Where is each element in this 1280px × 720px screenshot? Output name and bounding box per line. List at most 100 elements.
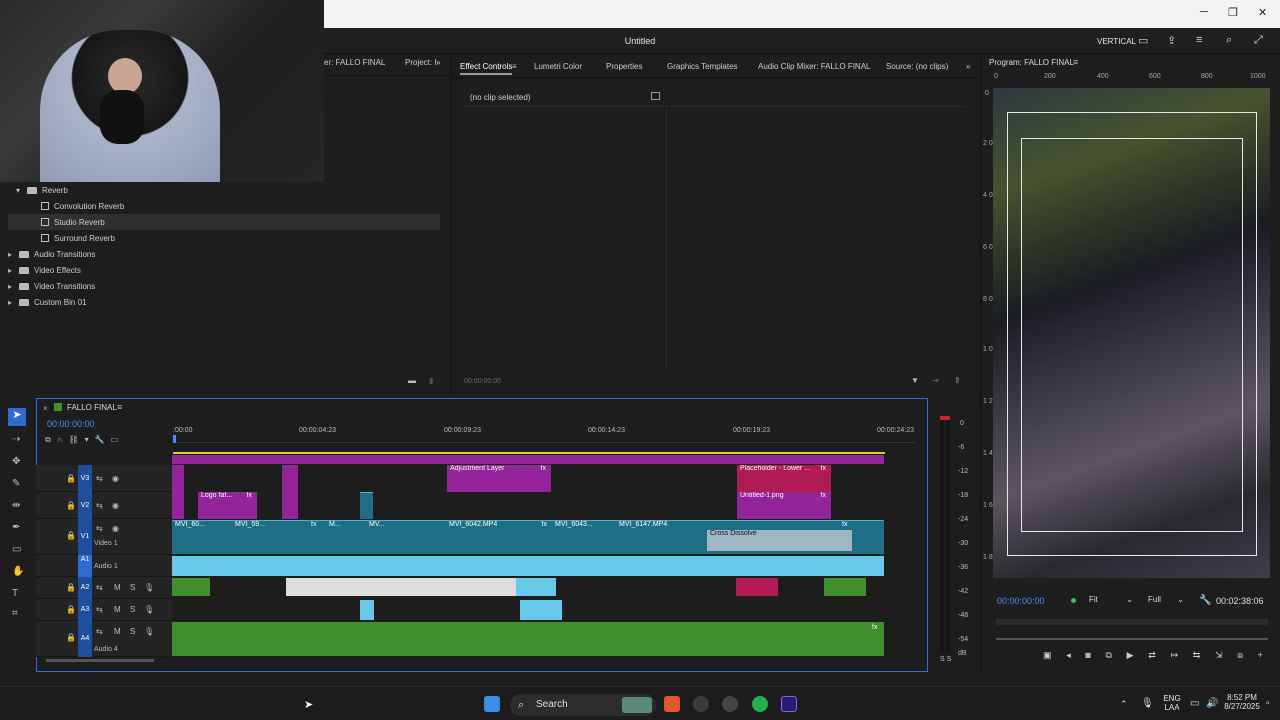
premiere-pro-icon[interactable] [781, 696, 797, 712]
export-icon[interactable]: ⇲ [1215, 650, 1223, 664]
export-frame-icon[interactable]: ⇥ [932, 376, 939, 385]
clip-audio-a2-1[interactable] [172, 578, 210, 596]
eye-icon[interactable]: ◉ [112, 501, 119, 510]
mute-button[interactable]: M [114, 583, 121, 592]
tab-properties[interactable]: Properties [606, 62, 642, 71]
clip-mvi-6043[interactable]: MVI_6043... [552, 520, 616, 554]
tree-item-audio-transitions[interactable]: ▸ Audio Transitions [8, 246, 440, 262]
volume-icon[interactable]: 🔊 [1206, 698, 1218, 709]
clip-placeholder-lower[interactable]: Placeholder - Lower ... fx [737, 465, 831, 492]
network-icon[interactable]: ▭ [1190, 698, 1199, 709]
clip-audio-a1[interactable] [172, 556, 884, 576]
mic-icon[interactable]: 🎙 [1141, 698, 1154, 709]
hand-icon[interactable]: ✋ [12, 566, 24, 577]
close-icon[interactable]: × [43, 404, 48, 413]
clip-v3-head[interactable] [172, 465, 184, 519]
razor-icon[interactable]: ✎ [12, 478, 20, 489]
wrench-icon[interactable]: 🔧 [1199, 595, 1211, 606]
sync-icon[interactable]: ⇆ [96, 501, 103, 510]
track-target-v3[interactable]: V3 [78, 465, 92, 492]
timeline-zoom-scrollbar[interactable] [46, 659, 154, 662]
expand-icon[interactable] [651, 92, 660, 100]
clip-mvi-6042[interactable]: MVI_6042.MP4 fx [446, 520, 552, 554]
nest-icon[interactable]: ⧉ [45, 435, 51, 447]
tree-item-video-effects[interactable]: ▸ Video Effects [8, 262, 440, 278]
compare-icon[interactable]: ⇆ [1193, 650, 1201, 664]
language-indicator[interactable]: ENG LAA [1160, 694, 1184, 712]
add-icon[interactable]: + [1258, 650, 1263, 664]
clock[interactable]: 8:52 PM 8/27/2025 [1222, 693, 1262, 711]
clip-v4-strip[interactable] [172, 455, 884, 464]
ripple-edit-icon[interactable]: ✥ [12, 456, 20, 467]
clip-mv[interactable]: MV... [366, 520, 446, 554]
tree-item-convolution-reverb[interactable]: Convolution Reverb [8, 198, 440, 214]
auto-reframe-icon[interactable]: ⌗ [12, 608, 18, 619]
clip-adjustment-layer[interactable]: Adjustment Layer fx [447, 465, 551, 492]
timeline-vertical-scroll[interactable] [908, 460, 918, 650]
sync-icon[interactable]: ⇆ [96, 627, 103, 636]
trash-icon[interactable]: ▮ [429, 376, 433, 385]
sync-icon[interactable]: ⇆ [96, 583, 103, 592]
brave-icon[interactable] [664, 696, 680, 712]
track-target-a2[interactable]: A2 [78, 577, 92, 599]
clip-logo[interactable]: Logo faf... fx [198, 492, 257, 519]
playhead[interactable] [173, 435, 176, 443]
clip-audio-a2-5[interactable] [824, 578, 866, 596]
fit-select[interactable]: Fit ⌄ [1089, 595, 1135, 609]
track-target-a1[interactable]: A1 [78, 555, 92, 577]
tab-project[interactable]: Project: I [405, 58, 437, 67]
share-icon[interactable]: ⇪ [954, 376, 961, 385]
chevron-down-icon[interactable]: ▾ [16, 186, 24, 195]
mic-icon[interactable]: 🎙 [144, 605, 154, 614]
chevron-right-icon[interactable]: ▸ [8, 298, 16, 307]
tab-audio-clip-mixer[interactable]: Audio Clip Mixer: FALLO FINAL [758, 62, 870, 71]
captions-icon[interactable]: ▭ [111, 435, 119, 447]
filter-icon[interactable]: ▼ [911, 376, 919, 385]
wrench-icon[interactable]: 🔧 [95, 435, 105, 447]
safe-margins-icon[interactable]: ▣ [1043, 650, 1052, 664]
tree-item-reverb[interactable]: ▾ Reverb [16, 182, 448, 198]
lift-icon[interactable]: ⧈ [1237, 650, 1243, 664]
step-forward-icon[interactable]: ↦ [1171, 650, 1179, 664]
lock-icon[interactable]: 🔒 [66, 605, 76, 614]
pen-icon[interactable]: ✒ [12, 522, 20, 533]
more-tabs-icon[interactable]: » [436, 58, 440, 67]
mic-icon[interactable]: 🎙 [144, 583, 154, 592]
clip-audio-a2-2[interactable] [286, 578, 516, 596]
tab-sequence[interactable]: er: FALLO FINAL [324, 58, 385, 67]
tree-item-custom-bin[interactable]: ▸ Custom Bin 01 [8, 294, 440, 310]
fullscreen-icon[interactable]: ⤢ [1254, 34, 1266, 46]
clip-audio-a2-4[interactable] [736, 578, 778, 596]
tree-item-video-transitions[interactable]: ▸ Video Transitions [8, 278, 440, 294]
clip-audio-a3-1[interactable] [360, 600, 374, 620]
tab-lumetri-color[interactable]: Lumetri Color [534, 62, 582, 71]
track-target-v2[interactable]: V2 [78, 492, 92, 519]
clip-audio-a2-3[interactable] [516, 578, 556, 596]
slip-icon[interactable]: ⇹ [12, 500, 20, 511]
time-ruler[interactable]: :00:00 00:00:04:23 00:00:09:23 00:00:14:… [173, 423, 915, 443]
type-tool-icon[interactable]: T [12, 588, 18, 599]
lock-icon[interactable]: 🔒 [66, 633, 76, 642]
search-icon[interactable]: ⌕ [1226, 34, 1238, 46]
rectangle-icon[interactable]: ▭ [12, 544, 21, 555]
track-select-icon[interactable]: ⇢ [12, 434, 20, 445]
clip-mvi-59[interactable]: MVI_59... [232, 520, 284, 554]
menu-lines-icon[interactable]: ≡ [1196, 34, 1208, 46]
marker-icon[interactable]: ▾ [85, 435, 89, 447]
clip-v1-3[interactable]: fx [284, 520, 326, 554]
solo-button[interactable]: S [130, 605, 135, 614]
sync-icon[interactable]: ⇆ [96, 524, 103, 533]
loop-icon[interactable]: ⇄ [1148, 650, 1156, 664]
program-video-frame[interactable] [993, 88, 1270, 578]
maximize-icon[interactable]: ❐ [1228, 6, 1238, 19]
sync-icon[interactable]: ⇆ [96, 474, 103, 483]
close-icon[interactable]: ✕ [1258, 6, 1267, 19]
eye-icon[interactable]: ◉ [112, 474, 119, 483]
tree-item-studio-reverb[interactable]: Studio Reverb [8, 214, 440, 230]
clip-v2-small[interactable] [360, 492, 373, 519]
mute-button[interactable]: M [114, 627, 121, 636]
mute-button[interactable]: M [114, 605, 121, 614]
share-icon[interactable]: ⇪ [1167, 34, 1179, 47]
whatsapp-icon[interactable] [752, 696, 768, 712]
menu-lines-icon[interactable]: ≡ [1073, 57, 1078, 67]
